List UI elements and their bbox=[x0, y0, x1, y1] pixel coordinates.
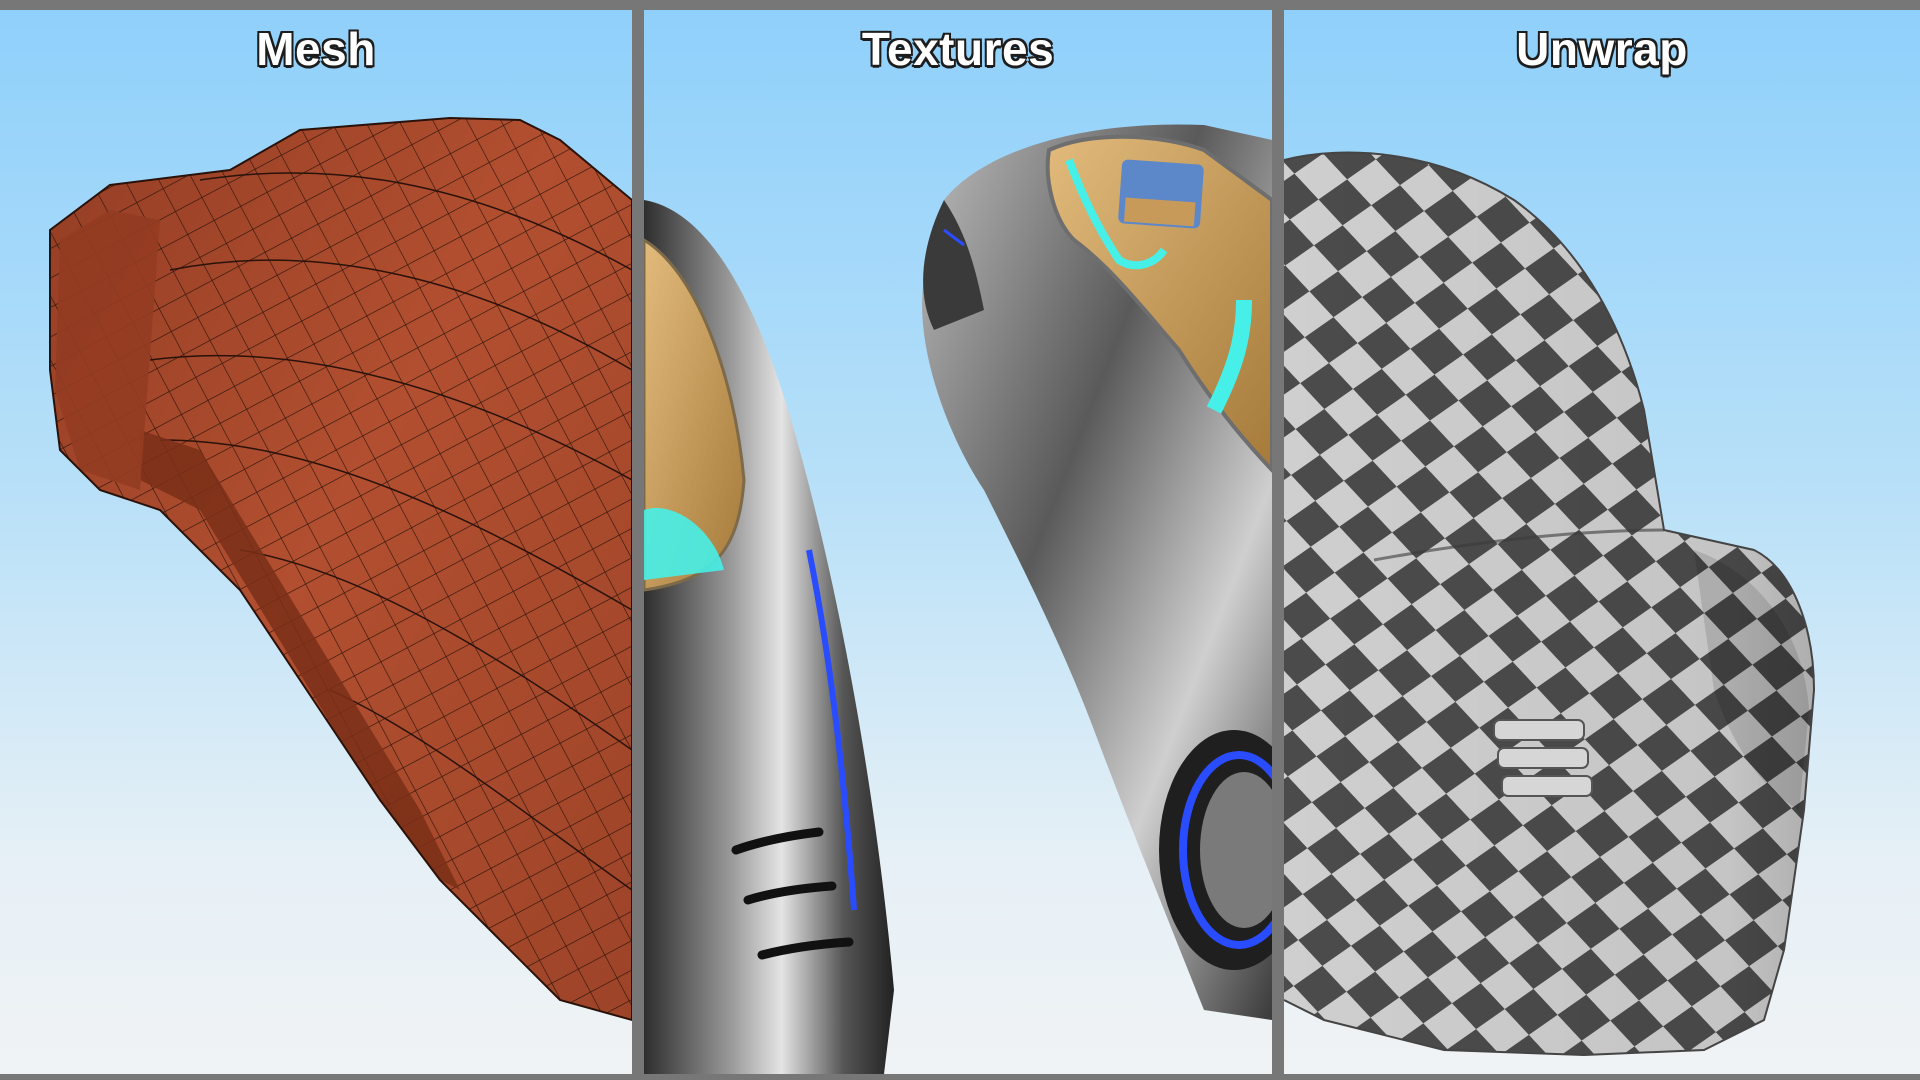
unwrap-car-render bbox=[1284, 151, 1816, 1057]
mesh-panel: Mesh bbox=[0, 10, 632, 1074]
unwrap-panel: Unwrap bbox=[1284, 10, 1920, 1074]
textured-car-render bbox=[644, 124, 1272, 1074]
mesh-car-render bbox=[49, 116, 632, 1022]
panel-title-textures: Textures bbox=[861, 22, 1055, 76]
textures-panel: Textures bbox=[644, 10, 1272, 1074]
viewport-frame: Mesh Textures Unwrap bbox=[0, 0, 1920, 1080]
panel-title-unwrap: Unwrap bbox=[1515, 22, 1688, 76]
panel-title-mesh: Mesh bbox=[255, 22, 376, 76]
